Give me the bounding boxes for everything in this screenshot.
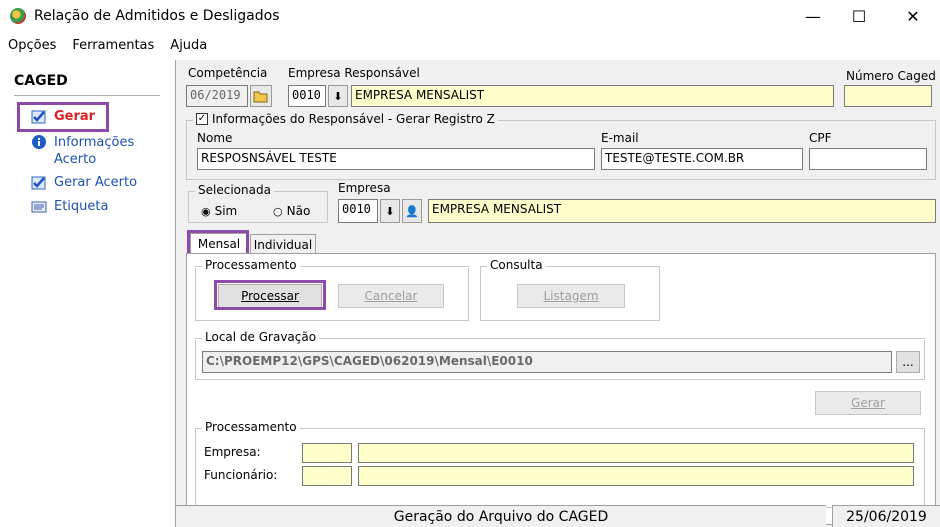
empresa-responsavel-code[interactable]: 0010	[288, 85, 326, 107]
download-arrow-icon: ⬇	[385, 205, 395, 218]
email-label: E-mail	[601, 131, 639, 145]
tab-content: Processamento Processar Cancelar Consult…	[186, 253, 936, 525]
responsavel-checkbox[interactable]: ✓	[196, 113, 208, 125]
selecionada-title: Selecionada	[195, 183, 274, 197]
menu-ferramentas[interactable]: Ferramentas	[64, 34, 162, 58]
menu-opcoes[interactable]: Opções	[0, 34, 64, 58]
nome-label: Nome	[197, 131, 233, 145]
title-bar: Relação de Admitidos e Desligados — ☐ ✕	[0, 0, 940, 32]
email-field[interactable]: TESTE@TESTE.COM.BR	[601, 148, 803, 170]
radio-selected-icon: ◉	[201, 204, 211, 218]
minimize-button[interactable]: —	[790, 0, 836, 32]
responsavel-group-title: ✓ Informações do Responsável - Gerar Reg…	[193, 112, 498, 126]
main-panel: Competência 06/2019 Empresa Responsável …	[175, 60, 940, 527]
sidebar-item-label: Gerar Acerto	[54, 175, 138, 190]
empresa-status-name	[358, 443, 914, 463]
nome-field[interactable]: RESPOSNSÁVEL TESTE	[197, 148, 595, 170]
listagem-button[interactable]: Listagem	[517, 284, 625, 308]
folder-open-button[interactable]	[250, 85, 272, 107]
sidebar-title: CAGED	[14, 73, 68, 89]
app-logo-icon	[10, 8, 26, 24]
sidebar-item-label: Etiqueta	[54, 199, 109, 214]
responsavel-checkbox-label: Informações do Responsável - Gerar Regis…	[212, 112, 495, 126]
browse-button[interactable]: ...	[896, 351, 920, 373]
competencia-label: Competência	[188, 66, 268, 80]
radio-sim-label: Sim	[214, 204, 238, 218]
menu-ajuda[interactable]: Ajuda	[162, 34, 215, 58]
sidebar-item-informacoes-acerto[interactable]: Informações Acerto	[30, 134, 150, 168]
cpf-field[interactable]	[809, 148, 927, 170]
selecionada-group: Selecionada ◉ Sim ○ Não	[188, 183, 328, 223]
local-gravacao-path[interactable]: C:\PROEMP12\GPS\CAGED\062019\Mensal\E001…	[202, 351, 892, 373]
sidebar: CAGED Gerar Informações Acerto Gerar Ace…	[0, 60, 175, 527]
empresa-status-code	[302, 443, 352, 463]
processamento-status-group: Processamento Empresa: Funcionário:	[195, 420, 925, 508]
check-document-icon	[31, 176, 46, 190]
empresa-code[interactable]: 0010	[338, 199, 378, 223]
responsavel-group: ✓ Informações do Responsável - Gerar Reg…	[186, 112, 936, 180]
local-gravacao-group: Local de Gravação C:\PROEMP12\GPS\CAGED\…	[195, 330, 925, 380]
empresa-lookup-button[interactable]: ⬇	[380, 199, 400, 223]
funcionario-status-label: Funcionário:	[204, 468, 278, 482]
sidebar-item-label: Informações Acerto	[54, 135, 135, 167]
person-search-icon: 👤	[405, 205, 419, 218]
local-gravacao-title: Local de Gravação	[202, 330, 320, 344]
processamento-group: Processamento Processar Cancelar	[195, 258, 469, 321]
radio-nao-label: Não	[286, 204, 311, 218]
tab-individual[interactable]: Individual	[250, 234, 316, 254]
menu-bar: Opções Ferramentas Ajuda	[0, 34, 940, 58]
info-icon	[32, 135, 46, 149]
close-button[interactable]: ✕	[890, 0, 936, 32]
radio-unselected-icon: ○	[273, 204, 283, 218]
processamento-status-title: Processamento	[202, 420, 300, 434]
empresa-label: Empresa	[338, 181, 391, 195]
cancelar-label: Cancelar	[364, 289, 418, 303]
consulta-group: Consulta Listagem	[480, 258, 660, 321]
consulta-title: Consulta	[487, 258, 546, 272]
empresa-responsavel-label: Empresa Responsável	[288, 66, 420, 80]
empresa-name: EMPRESA MENSALIST	[428, 199, 936, 223]
sidebar-item-etiqueta[interactable]: Etiqueta	[30, 199, 108, 215]
gerar-button[interactable]: Gerar	[815, 391, 921, 415]
radio-sim[interactable]: ◉ Sim	[201, 204, 237, 218]
gerar-label: Gerar	[851, 396, 885, 410]
sidebar-item-label: Gerar	[54, 109, 96, 124]
numero-caged-label: Número Caged	[846, 69, 936, 83]
listagem-label: Listagem	[543, 289, 599, 303]
folder-open-icon	[253, 91, 268, 103]
competencia-field[interactable]: 06/2019	[186, 85, 248, 107]
check-document-icon	[31, 110, 46, 124]
sidebar-item-gerar[interactable]: Gerar	[30, 109, 95, 125]
numero-caged-field[interactable]	[844, 85, 932, 107]
empresa-status-label: Empresa:	[204, 445, 261, 459]
cpf-label: CPF	[809, 131, 832, 145]
download-arrow-icon: ⬇	[333, 90, 343, 103]
empresa-responsavel-lookup-button[interactable]: ⬇	[328, 85, 348, 107]
highlight-processar	[214, 280, 326, 310]
sidebar-divider	[14, 95, 160, 96]
processamento-title: Processamento	[202, 258, 300, 272]
empresa-search-button[interactable]: 👤	[402, 199, 422, 223]
sidebar-item-gerar-acerto[interactable]: Gerar Acerto	[30, 175, 137, 191]
label-icon	[31, 201, 47, 213]
maximize-button[interactable]: ☐	[836, 0, 882, 32]
empresa-responsavel-name: EMPRESA MENSALIST	[351, 85, 834, 107]
radio-nao[interactable]: ○ Não	[273, 204, 310, 218]
status-text: Geração do Arquivo do CAGED	[176, 505, 826, 527]
funcionario-status-name	[358, 466, 914, 486]
cancelar-button[interactable]: Cancelar	[338, 284, 444, 308]
funcionario-status-code	[302, 466, 352, 486]
window-title: Relação de Admitidos e Desligados	[34, 8, 280, 24]
status-date: 25/06/2019	[832, 505, 940, 527]
